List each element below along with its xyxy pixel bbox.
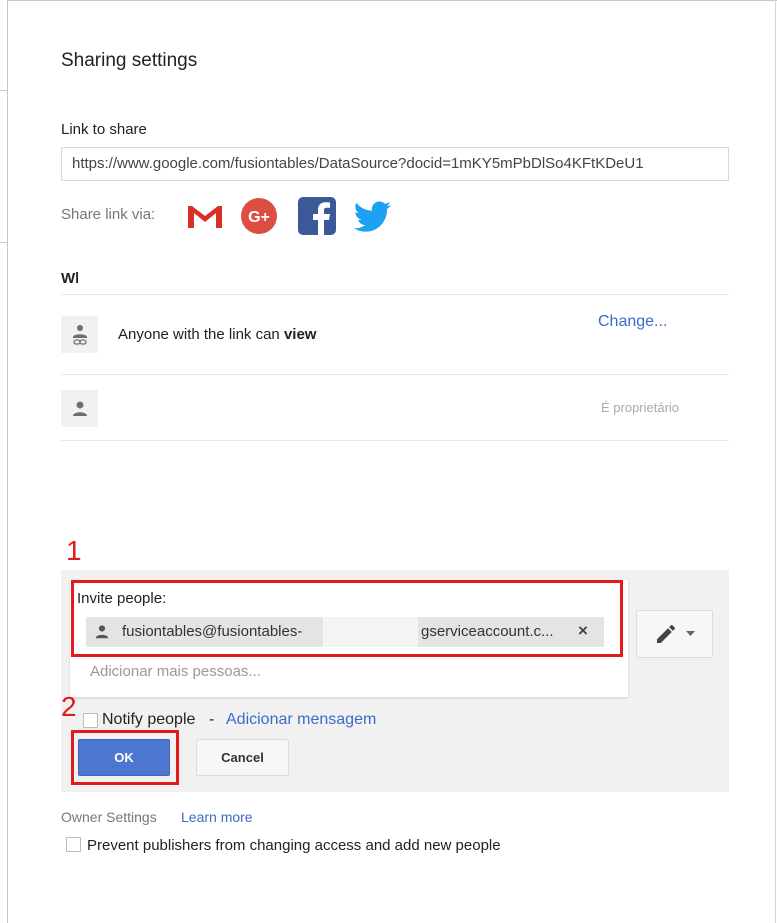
cancel-button[interactable]: Cancel bbox=[196, 739, 289, 776]
background-divider bbox=[0, 242, 7, 243]
prevent-publishers-label: Prevent publishers from changing access … bbox=[87, 837, 501, 854]
owner-role-label: É proprietário bbox=[601, 400, 680, 415]
add-message-link[interactable]: Adicionar mensagem bbox=[226, 711, 376, 729]
background-divider bbox=[0, 90, 7, 91]
svg-text:G+: G+ bbox=[248, 209, 270, 226]
person-icon bbox=[72, 401, 87, 416]
divider bbox=[61, 294, 729, 295]
change-access-link[interactable]: Change... bbox=[598, 313, 667, 331]
share-via-label: Share link via: bbox=[61, 206, 156, 223]
chevron-down-icon bbox=[686, 631, 695, 636]
window-top-border bbox=[7, 0, 777, 1]
divider bbox=[61, 374, 729, 375]
prevent-publishers-checkbox[interactable] bbox=[66, 837, 81, 852]
twitter-icon[interactable] bbox=[353, 196, 393, 236]
annotation-box-2 bbox=[71, 730, 179, 785]
notify-separator: - bbox=[209, 711, 215, 728]
google-plus-icon[interactable]: G+ bbox=[239, 196, 279, 236]
link-access-prefix: Anyone with the link can bbox=[118, 326, 284, 343]
notify-people-checkbox[interactable] bbox=[83, 713, 98, 728]
gmail-icon[interactable] bbox=[185, 196, 225, 236]
share-link-field[interactable]: https://www.google.com/fusiontables/Data… bbox=[61, 147, 729, 181]
callout-number-1: 1 bbox=[66, 535, 82, 566]
owner-avatar bbox=[61, 390, 98, 427]
add-more-people-input[interactable]: Adicionar mais pessoas... bbox=[90, 663, 261, 680]
window-left-border bbox=[7, 0, 8, 923]
learn-more-link[interactable]: Learn more bbox=[181, 809, 253, 825]
pencil-icon bbox=[657, 624, 676, 643]
divider bbox=[61, 440, 729, 441]
link-access-level: view bbox=[283, 326, 317, 343]
window-right-border bbox=[775, 0, 776, 923]
link-access-description: Anyone with the link can view bbox=[118, 326, 316, 343]
link-to-share-label: Link to share bbox=[61, 121, 147, 138]
dialog-title: Sharing settings bbox=[61, 50, 198, 71]
annotation-box-1 bbox=[71, 580, 623, 657]
owner-settings-label: Owner Settings bbox=[61, 809, 157, 825]
facebook-icon[interactable] bbox=[297, 196, 337, 236]
link-access-avatar bbox=[61, 316, 98, 353]
permission-dropdown-button[interactable] bbox=[636, 610, 713, 658]
notify-people-label: Notify people bbox=[102, 711, 196, 728]
callout-number-2: 2 bbox=[61, 691, 77, 722]
redaction-block bbox=[78, 262, 233, 296]
person-link-icon bbox=[72, 324, 87, 345]
